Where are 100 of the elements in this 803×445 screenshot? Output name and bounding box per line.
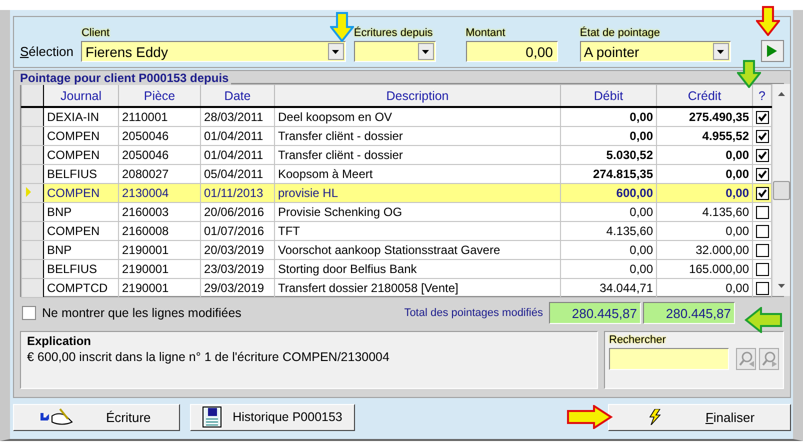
table-cell: BNP xyxy=(44,202,118,222)
table-cell: 0,00 xyxy=(656,278,752,298)
column-header[interactable]: Description xyxy=(274,84,560,107)
checkbox[interactable] xyxy=(756,225,769,238)
table-cell: Deel koopsom en OV xyxy=(274,107,560,126)
table-cell: Transfert dossier 2180058 [Vente] xyxy=(274,278,560,298)
table-cell: 20/06/2016 xyxy=(200,202,274,222)
table-cell: Transfer cliënt - dossier xyxy=(274,146,560,164)
table-cell: BNP xyxy=(44,240,118,260)
table-cell: Provisie Schenking OG xyxy=(274,202,560,222)
column-header[interactable]: Débit xyxy=(560,84,656,107)
table-cell: 600,00 xyxy=(560,184,656,202)
column-header[interactable]: Date xyxy=(200,84,274,107)
table-cell: Storting door Belfius Bank xyxy=(274,260,560,278)
checkbox[interactable] xyxy=(756,168,769,182)
table-cell: 4.135,60 xyxy=(560,222,656,240)
table-cell: COMPEN xyxy=(44,184,118,202)
entry-button[interactable]: Écriture xyxy=(13,404,180,430)
table-cell: 34.044,71 xyxy=(560,278,656,298)
table-cell: 2190001 xyxy=(118,260,200,278)
field-label: État de pointage xyxy=(580,27,660,40)
scroll-down-icon[interactable] xyxy=(778,284,785,288)
checkbox[interactable] xyxy=(22,306,36,320)
field-label: Client xyxy=(81,27,110,40)
table-cell: 32.000,00 xyxy=(656,240,752,260)
table-cell: COMPTCD xyxy=(44,278,118,298)
scroll-up-icon[interactable] xyxy=(778,92,785,96)
table-cell: 0,00 xyxy=(656,146,752,164)
column-header[interactable]: Journal xyxy=(44,84,118,107)
table-cell: 2050046 xyxy=(118,146,200,164)
play-icon xyxy=(766,45,778,57)
annotation-arrow xyxy=(567,405,613,429)
search-field[interactable] xyxy=(609,348,729,370)
table-cell: 4.955,52 xyxy=(656,126,752,146)
checkbox[interactable] xyxy=(756,263,769,276)
table-cell: 2110001 xyxy=(118,107,200,126)
field-label: Écritures depuis xyxy=(354,27,433,40)
explanation-text: € 600,00 inscrit dans la ligne n° 1 de l'écriture COMPEN/2130004 xyxy=(27,350,390,364)
annotation-arrow xyxy=(737,60,761,88)
checkbox[interactable] xyxy=(756,244,769,258)
checkbox[interactable] xyxy=(756,206,769,220)
document-icon xyxy=(200,406,223,428)
column-header[interactable]: ? xyxy=(752,84,772,107)
column-header[interactable]: Crédit xyxy=(656,84,752,107)
table-cell: 28/03/2011 xyxy=(200,107,274,126)
table-cell: BELFIUS xyxy=(44,260,118,278)
table-cell: 29/03/2019 xyxy=(200,278,274,298)
table-cell: 23/03/2019 xyxy=(200,260,274,278)
table-cell: 0,00 xyxy=(560,260,656,278)
amount-field[interactable]: 0,00 xyxy=(466,41,558,62)
table-cell: COMPEN xyxy=(44,222,118,240)
table-cell: 4.135,60 xyxy=(656,202,752,222)
table-cell: COMPEN xyxy=(44,126,118,146)
table-cell: 2160003 xyxy=(118,202,200,222)
lightning-icon xyxy=(649,409,662,425)
table-cell: 2160008 xyxy=(118,222,200,240)
table-cell: 01/04/2011 xyxy=(200,146,274,164)
table-cell: TFT xyxy=(274,222,560,240)
checkbox[interactable] xyxy=(756,187,769,200)
table-cell: 0,00 xyxy=(560,107,656,126)
table-cell: 5.030,52 xyxy=(560,146,656,164)
table-cell: Voorschot aankoop Stationsstraat Gavere xyxy=(274,240,560,260)
totals-label: Total des pointages modifiés xyxy=(403,307,544,319)
scrollbar-thumb[interactable] xyxy=(773,180,790,200)
column-header[interactable]: Pièce xyxy=(118,84,200,107)
table-cell: 20/03/2019 xyxy=(200,240,274,260)
total-field: 280.445,87 xyxy=(643,302,735,324)
status-dropdown[interactable]: A pointer xyxy=(580,41,731,62)
table-cell: 2130004 xyxy=(118,184,200,202)
table-cell: 01/11/2013 xyxy=(200,184,274,202)
finalize-button[interactable]: Finaliser xyxy=(608,404,791,430)
table-cell: 0,00 xyxy=(560,202,656,222)
field-label: Montant xyxy=(466,27,506,40)
scrollbar[interactable] xyxy=(772,84,790,296)
checkbox[interactable] xyxy=(756,111,769,124)
field-label: Rechercher xyxy=(609,334,666,347)
date-dropdown[interactable] xyxy=(354,41,436,62)
table-cell: 0,00 xyxy=(560,126,656,146)
checkbox[interactable] xyxy=(756,282,769,296)
table-cell: 01/04/2011 xyxy=(200,126,274,146)
checkbox[interactable] xyxy=(756,149,769,162)
row-pointer-icon xyxy=(26,187,31,197)
checkbox[interactable] xyxy=(756,130,769,144)
table-cell: 275.490,35 xyxy=(656,107,752,126)
explanation-title: Explication xyxy=(27,334,92,348)
table-cell: DEXIA-IN xyxy=(44,107,118,126)
table-cell: 0,00 xyxy=(560,240,656,260)
annotation-arrow xyxy=(756,6,780,36)
table-cell: 2190001 xyxy=(118,240,200,260)
run-button[interactable] xyxy=(760,40,784,62)
table-cell: 01/07/2016 xyxy=(200,222,274,240)
annotation-arrow xyxy=(330,12,354,42)
total-field: 280.445,87 xyxy=(549,302,641,324)
table-cell: 0,00 xyxy=(656,222,752,240)
table-cell: COMPEN xyxy=(44,146,118,164)
client-dropdown[interactable]: Fierens Eddy xyxy=(81,41,346,62)
table-cell: Transfer cliënt - dossier xyxy=(274,126,560,146)
history-button[interactable]: Historique P000153 xyxy=(190,404,355,430)
table-cell: 2190001 xyxy=(118,278,200,298)
annotation-arrow xyxy=(744,307,782,333)
